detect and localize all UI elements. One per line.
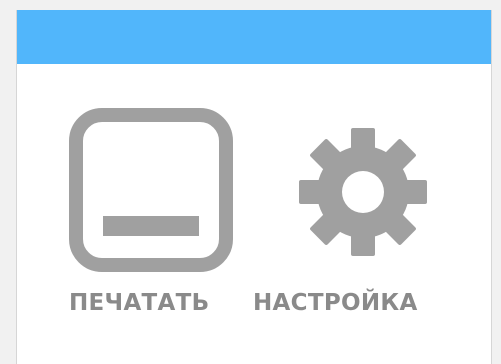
print-tile[interactable]: ПЕЧАТАТЬ [69,108,233,328]
printer-tray-icon [69,108,233,272]
gear-icon [299,128,427,256]
print-label: ПЕЧАТАТЬ [69,290,210,316]
settings-label: НАСТРОЙКА [253,290,418,316]
title-bar [17,10,491,64]
app-window: ПЕЧАТАТЬ НАСТРОЙКА [16,10,492,364]
settings-tile[interactable]: НАСТРОЙКА [253,108,465,328]
